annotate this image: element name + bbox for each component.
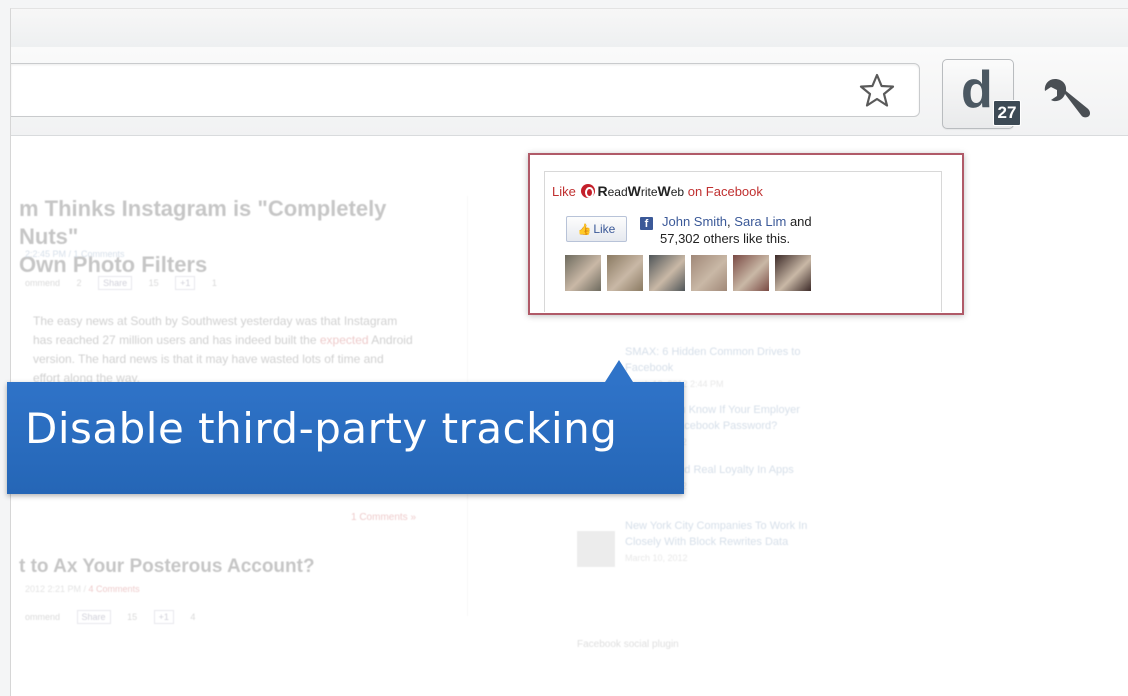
extension-logo-letter: d — [961, 61, 993, 119]
sidebar-thumbnail — [577, 531, 615, 567]
article-meta: 2:2:45 PM / 1 Comments — [25, 249, 125, 259]
share-row: ommend 2 Share 15 +1 1 — [25, 276, 217, 290]
like-button[interactable]: 👍 Like — [566, 216, 627, 242]
facebook-icon: f — [640, 217, 653, 230]
others-like-count: 57,302 others like this. — [660, 231, 791, 246]
article-body: The easy news at South by Southwest yest… — [33, 314, 413, 385]
tab-strip — [11, 9, 1128, 48]
avatar[interactable] — [607, 255, 643, 291]
callout-text: Disable third-party tracking — [25, 404, 618, 453]
article-meta-2: 2012 2:21 PM / 4 Comments — [25, 584, 140, 594]
widget-heading: Like ReadWriteWeb on Facebook — [552, 183, 763, 199]
browser-toolbar: d 27 — [11, 47, 1128, 136]
friend-link[interactable]: Sara Lim — [734, 214, 786, 229]
article-title[interactable]: m Thinks Instagram is "Completely Nuts" … — [19, 195, 439, 279]
disconnect-extension-button[interactable]: d 27 — [942, 59, 1021, 129]
avatar[interactable] — [565, 255, 601, 291]
facebook-like-widget: Like ReadWriteWeb on Facebook 👍 Like f Jo… — [528, 153, 964, 315]
thumbs-up-icon: 👍 — [577, 224, 592, 236]
facebook-social-plugin-label: Facebook social plugin — [577, 639, 679, 650]
avatar[interactable] — [733, 255, 769, 291]
readwriteweb-logo-icon — [581, 184, 596, 198]
blocked-count-badge: 27 — [993, 100, 1021, 126]
wrench-icon[interactable] — [1035, 71, 1091, 127]
share-row-2: ommend Share 15 +1 4 — [25, 610, 196, 624]
article-title-2[interactable]: t to Ax Your Posterous Account? — [19, 556, 315, 578]
friend-link[interactable]: John Smith — [662, 214, 727, 229]
sidebar-item[interactable]: New York City Companies To Work In Closel… — [625, 518, 885, 566]
feature-callout-banner: Disable third-party tracking — [7, 360, 684, 494]
comments-link[interactable]: 1 Comments » — [351, 512, 416, 523]
address-bar[interactable] — [11, 63, 920, 117]
bookmark-star-icon[interactable] — [857, 72, 897, 108]
brand-name: ReadWriteWeb — [597, 183, 685, 199]
browser-window: d 27 m Thinks Instagram is "Completely N… — [10, 8, 1128, 696]
avatar[interactable] — [649, 255, 685, 291]
avatar[interactable] — [691, 255, 727, 291]
callout-pointer — [605, 360, 633, 382]
friends-like-text: John Smith, Sara Lim and — [662, 214, 812, 229]
avatar[interactable] — [775, 255, 811, 291]
